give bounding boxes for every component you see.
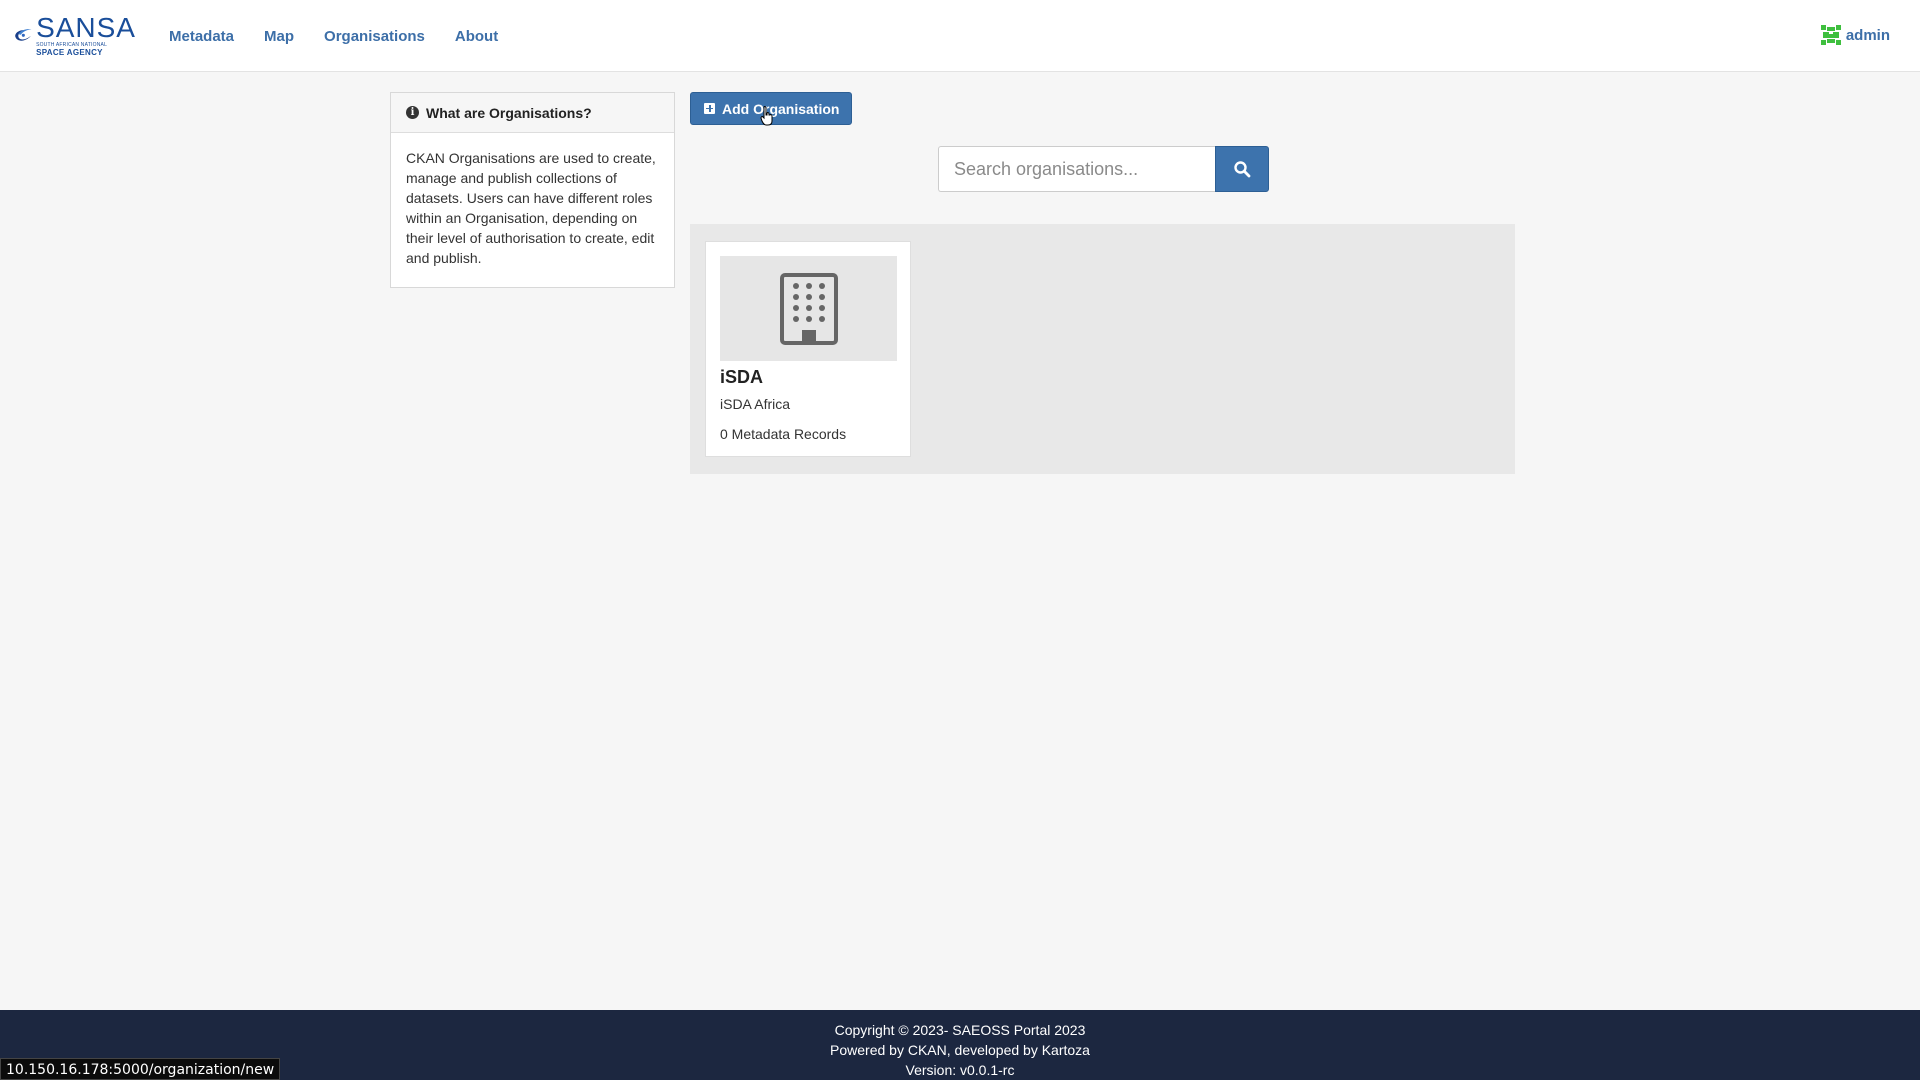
status-bar-url: 10.150.16.178:5000/organization/new [0,1058,281,1080]
site-header: SANSA SOUTH AFRICAN NATIONAL SPACE AGENC… [0,0,1920,72]
search-button[interactable] [1215,146,1269,192]
main-nav: Metadata Map Organisations About [169,0,528,72]
info-box-header: i What are Organisations? [391,93,674,133]
nav-about[interactable]: About [455,28,498,45]
hand-cursor-icon [760,106,773,126]
user-menu[interactable]: admin [1819,24,1890,46]
organisation-record-count: 0 Metadata Records [720,426,847,442]
search-icon [1234,161,1251,178]
logo-wordmark: SANSA [36,11,136,43]
logo-subtitle: SOUTH AFRICAN NATIONAL [36,41,108,48]
user-name: admin [1845,26,1890,44]
search-form [938,146,1269,192]
footer-version: Version: v0.0.1-rc [905,1062,1015,1078]
organisation-list: iSDA iSDA Africa 0 Metadata Records [690,224,1515,474]
add-organisation-label: Add Organisation [722,100,840,117]
sansa-logo[interactable]: SANSA SOUTH AFRICAN NATIONAL SPACE AGENC… [14,10,136,60]
sansa-swoosh-icon [15,28,32,41]
search-input[interactable] [938,146,1215,192]
nav-map[interactable]: Map [264,28,294,45]
info-box-title: What are Organisations? [426,104,592,121]
footer-powered-by: Powered by CKAN, developed by Kartoza [830,1042,1090,1058]
building-icon [779,272,838,345]
user-avatar-icon [1819,24,1842,46]
nav-organisations[interactable]: Organisations [324,28,425,45]
plus-square-icon [704,103,715,114]
organisation-title: iSDA [720,367,764,387]
logo-tagline: SPACE AGENCY [36,47,103,57]
organisation-image [720,256,897,361]
organisation-description: iSDA Africa [720,396,791,412]
nav-metadata[interactable]: Metadata [169,28,234,45]
info-box-text: CKAN Organisations are used to create, m… [406,150,656,266]
footer-copyright: Copyright © 2023- SAEOSS Portal 2023 [834,1022,1086,1038]
organisations-info-box: i What are Organisations? CKAN Organisat… [390,92,675,288]
organisation-card[interactable]: iSDA iSDA Africa 0 Metadata Records [705,241,911,457]
logo-text: SANSA SOUTH AFRICAN NATIONAL SPACE AGENC… [36,11,136,57]
site-footer: Copyright © 2023- SAEOSS Portal 2023 Pow… [0,1010,1920,1080]
info-circle-icon: i [406,106,419,119]
